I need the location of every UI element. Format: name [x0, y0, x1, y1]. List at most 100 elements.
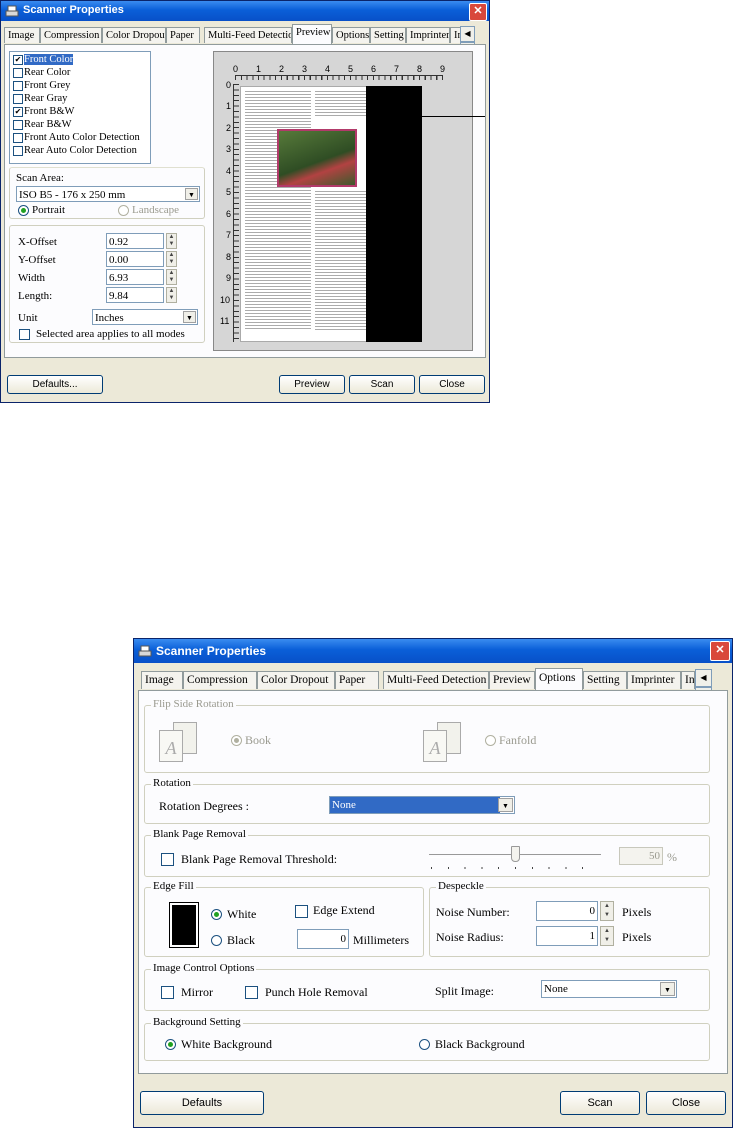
tab-options[interactable]: Options: [535, 668, 583, 690]
tab-compression[interactable]: Compression: [40, 27, 102, 43]
tab-imprinter[interactable]: Imprinter: [406, 27, 450, 43]
chevron-down-icon[interactable]: ▼: [183, 311, 196, 323]
white-background-radio[interactable]: [165, 1039, 176, 1050]
length-input[interactable]: 9.84: [106, 287, 164, 303]
noise-radius-input[interactable]: 1: [536, 926, 598, 946]
length-spinner[interactable]: ▲ ▼: [166, 287, 177, 303]
punch-hole-removal-checkbox[interactable]: [245, 986, 258, 999]
defaults-button[interactable]: Defaults: [140, 1091, 264, 1115]
checkbox[interactable]: [13, 132, 23, 143]
tab-preview[interactable]: Preview: [489, 671, 535, 689]
background-setting-legend: Background Setting: [151, 1016, 243, 1028]
fanfold-label: Fanfold: [499, 733, 537, 747]
unit-label: Unit: [18, 312, 38, 324]
y-offset-input[interactable]: 0.00: [106, 251, 164, 267]
checkbox[interactable]: [13, 145, 23, 156]
tab-options[interactable]: Options: [332, 27, 370, 43]
edge-fill-black-radio[interactable]: [211, 935, 222, 946]
close-window-button[interactable]: ✕: [710, 641, 730, 661]
scanner-properties-window-preview: Scanner Properties ✕ Image Compression C…: [0, 0, 490, 403]
black-background-radio[interactable]: [419, 1039, 430, 1050]
checkbox[interactable]: ✔: [13, 106, 23, 117]
list-item-front-auto-color[interactable]: Front Auto Color Detection: [13, 132, 140, 144]
close-button[interactable]: Close: [646, 1091, 726, 1115]
list-item-front-color[interactable]: ✔ Front Color: [13, 54, 74, 66]
tab-image[interactable]: Image: [141, 671, 183, 689]
x-offset-spinner[interactable]: ▲ ▼: [166, 233, 177, 249]
noise-number-spinner[interactable]: ▲ ▼: [600, 901, 614, 921]
title-bar[interactable]: Scanner Properties ✕: [1, 1, 489, 21]
dimensions-group: X-Offset 0.92 ▲ ▼ Y-Offset 0.00 ▲ ▼ Width …: [9, 225, 205, 343]
close-window-button[interactable]: ✕: [469, 3, 487, 21]
tab-color-dropout[interactable]: Color Dropout: [257, 671, 335, 689]
chevron-down-icon[interactable]: ▼: [498, 798, 513, 812]
checkbox[interactable]: [13, 67, 23, 78]
scan-button[interactable]: Scan: [349, 375, 415, 394]
apply-all-modes-checkbox[interactable]: [19, 329, 30, 340]
scan-button[interactable]: Scan: [560, 1091, 640, 1115]
mirror-label: Mirror: [181, 985, 213, 999]
edge-fill-black-label: Black: [227, 933, 255, 947]
landscape-label: Landscape: [132, 204, 180, 216]
tab-compression[interactable]: Compression: [183, 671, 257, 689]
tab-paper[interactable]: Paper: [166, 27, 200, 43]
edge-fill-millimeters-input[interactable]: 0: [297, 929, 349, 949]
background-setting-group: Background Setting White Background Blac…: [144, 1016, 710, 1061]
checkbox[interactable]: ✔: [13, 54, 23, 65]
rotation-degrees-dropdown[interactable]: None ▼: [329, 796, 515, 814]
list-item-rear-bw[interactable]: Rear B&W: [13, 119, 72, 131]
defaults-button[interactable]: Defaults...: [7, 375, 103, 394]
portrait-radio[interactable]: [18, 205, 29, 216]
tab-image[interactable]: Image: [4, 27, 40, 43]
length-label: Length:: [18, 290, 53, 302]
mirror-checkbox[interactable]: [161, 986, 174, 999]
tab-scroll-arrows: ◀▶: [695, 669, 729, 705]
unit-dropdown[interactable]: Inches ▼: [92, 309, 198, 325]
tab-paper[interactable]: Paper: [335, 671, 379, 689]
chevron-down-icon[interactable]: ▼: [660, 982, 675, 996]
checkbox[interactable]: [13, 80, 23, 91]
y-offset-label: Y-Offset: [18, 254, 56, 266]
edge-fill-preview: [169, 902, 199, 948]
list-item-rear-gray[interactable]: Rear Gray: [13, 93, 67, 105]
list-item-front-grey[interactable]: Front Grey: [13, 80, 70, 92]
tab-scroll-left-icon[interactable]: ◀: [460, 26, 475, 42]
scan-area-dropdown[interactable]: ISO B5 - 176 x 250 mm ▼: [16, 186, 200, 202]
tab-info[interactable]: In: [681, 671, 695, 689]
tab-setting[interactable]: Setting: [370, 27, 406, 43]
blank-page-threshold-slider[interactable]: [429, 846, 601, 870]
blank-page-threshold-unit: %: [667, 850, 677, 864]
noise-radius-spinner[interactable]: ▲ ▼: [600, 926, 614, 946]
y-offset-spinner[interactable]: ▲ ▼: [166, 251, 177, 267]
tab-preview[interactable]: Preview: [292, 24, 332, 44]
blank-page-threshold-checkbox[interactable]: [161, 853, 174, 866]
edge-extend-checkbox[interactable]: [295, 905, 308, 918]
tab-scroll-left-icon[interactable]: ◀: [695, 669, 712, 687]
chevron-down-icon[interactable]: ▼: [185, 188, 198, 200]
close-button[interactable]: Close: [419, 375, 485, 394]
noise-number-input[interactable]: 0: [536, 901, 598, 921]
width-spinner[interactable]: ▲ ▼: [166, 269, 177, 285]
preview-area[interactable]: 0 1 2 3 4 5 6 7 8 9 0 1 2 3 4 5 6 7 8 9 …: [213, 51, 473, 351]
slider-thumb[interactable]: [511, 846, 520, 862]
image-mode-list[interactable]: ✔ Front Color Rear Color Front Grey Rear …: [9, 51, 151, 164]
edge-fill-white-radio[interactable]: [211, 909, 222, 920]
checkbox[interactable]: [13, 119, 23, 130]
x-offset-input[interactable]: 0.92: [106, 233, 164, 249]
list-item-rear-auto-color[interactable]: Rear Auto Color Detection: [13, 145, 137, 157]
tab-color-dropout[interactable]: Color Dropout: [102, 27, 166, 43]
landscape-radio: [118, 205, 129, 216]
black-background-label: Black Background: [435, 1037, 525, 1051]
tab-multi-feed-detection[interactable]: Multi-Feed Detection: [383, 671, 489, 689]
tab-imprinter[interactable]: Imprinter: [627, 671, 681, 689]
split-image-dropdown[interactable]: None ▼: [541, 980, 677, 998]
width-input[interactable]: 6.93: [106, 269, 164, 285]
blank-page-removal-group: Blank Page Removal Blank Page Removal Th…: [144, 828, 710, 877]
preview-button[interactable]: Preview: [279, 375, 345, 394]
list-item-rear-color[interactable]: Rear Color: [13, 67, 70, 79]
title-bar[interactable]: Scanner Properties ✕: [134, 639, 732, 663]
tab-setting[interactable]: Setting: [583, 671, 627, 689]
checkbox[interactable]: [13, 93, 23, 104]
tab-multi-feed-detection[interactable]: Multi-Feed Detection: [204, 27, 292, 43]
list-item-front-bw[interactable]: ✔ Front B&W: [13, 106, 74, 118]
